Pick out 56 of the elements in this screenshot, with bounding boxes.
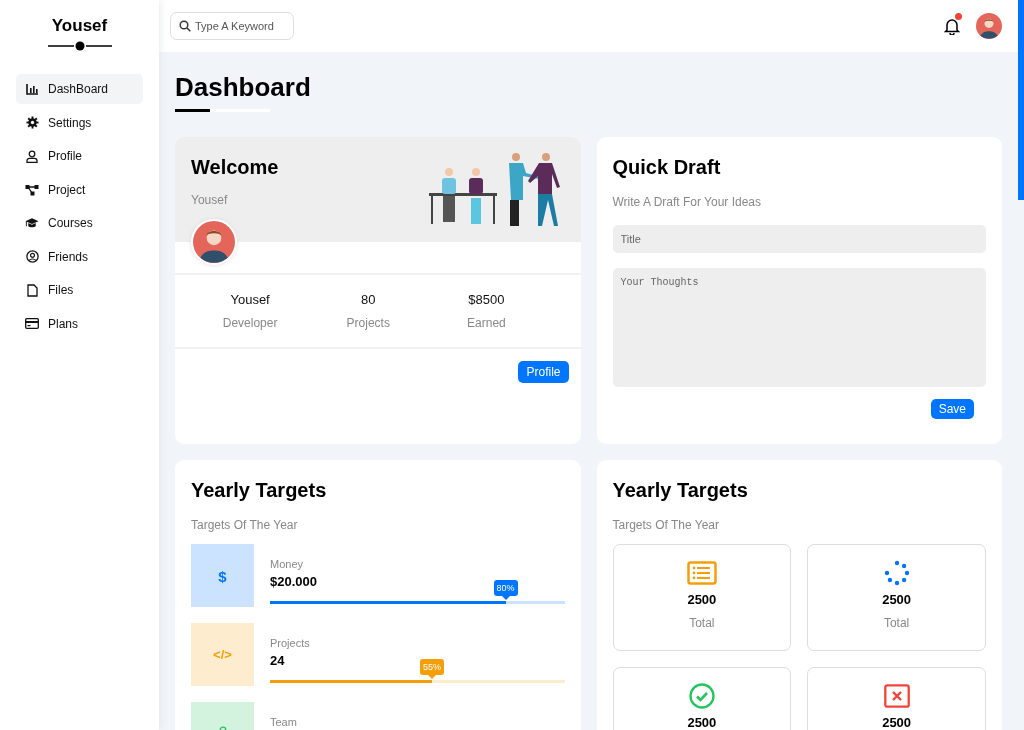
- card-title: Yearly Targets: [191, 479, 328, 502]
- card-title: Quick Draft: [612, 156, 722, 179]
- stat-label: Developer: [222, 315, 278, 330]
- page-title: Dashboard: [175, 72, 311, 103]
- search-field[interactable]: Type A Keyword: [170, 12, 294, 40]
- stat-value: Yousef: [229, 291, 271, 307]
- search-icon: [179, 20, 191, 32]
- target-value: 24: [270, 653, 285, 668]
- target-label: Team: [270, 716, 297, 728]
- sidebar-item[interactable]: Project: [16, 174, 143, 205]
- stat-value: $8500: [467, 291, 506, 307]
- notification-bell-icon[interactable]: [944, 17, 960, 35]
- target-value: $20.000: [270, 574, 317, 589]
- credit-card-icon: [25, 318, 39, 329]
- stat-label: Total: [883, 616, 910, 630]
- card-subtitle: Targets Of The Year: [612, 518, 720, 532]
- user-name: Yousef: [191, 193, 229, 207]
- sidebar-item[interactable]: Plans: [16, 308, 143, 339]
- scrollbar[interactable]: [1018, 0, 1024, 200]
- stat-value: 2500: [687, 592, 717, 607]
- sidebar-item[interactable]: Profile: [16, 141, 143, 171]
- divider-dot-drawing: [47, 41, 112, 51]
- target-label: Money: [270, 558, 304, 570]
- graduation-cap-icon: [25, 217, 39, 229]
- stat-label: Total: [689, 616, 715, 630]
- target-symbol: $: [218, 568, 227, 585]
- user-circle-icon: [25, 250, 39, 263]
- thoughts-field[interactable]: Your Thoughts: [612, 268, 986, 387]
- user-avatar[interactable]: [976, 13, 1002, 39]
- card-subtitle: Write A Draft For Your Ideas: [612, 195, 763, 209]
- diagram-icon: [25, 183, 39, 196]
- stat-label: Earned: [467, 315, 506, 330]
- stat-label: Projects: [346, 315, 390, 330]
- stat-value: 2500: [882, 592, 912, 607]
- chart-icon: [25, 83, 39, 95]
- sidebar-item[interactable]: Settings: [16, 107, 143, 138]
- stat-value: 2500: [687, 715, 717, 730]
- sidebar-item[interactable]: Courses: [16, 208, 143, 238]
- card-title: Yearly Targets: [612, 479, 749, 502]
- target-symbol: </>: [213, 647, 232, 662]
- sidebar-item[interactable]: Friends: [16, 241, 143, 272]
- brand-name: Yousef: [50, 16, 109, 36]
- card-subtitle: Targets Of The Year: [191, 518, 299, 532]
- file-icon: [26, 283, 38, 297]
- target-label: Projects: [270, 637, 310, 649]
- save-button[interactable]: Save: [930, 399, 974, 419]
- profile-button[interactable]: Profile: [518, 361, 569, 383]
- user-icon: [26, 149, 38, 163]
- title-field[interactable]: Title: [612, 225, 986, 253]
- sidebar-item[interactable]: Files: [16, 275, 143, 305]
- card-title: Welcome: [191, 156, 279, 179]
- settings-icon: [25, 116, 39, 129]
- sidebar-item[interactable]: DashBoard: [16, 74, 143, 104]
- profile-avatar: [193, 221, 235, 263]
- stat-value: 80: [360, 291, 377, 307]
- stat-value: 2500: [882, 715, 912, 730]
